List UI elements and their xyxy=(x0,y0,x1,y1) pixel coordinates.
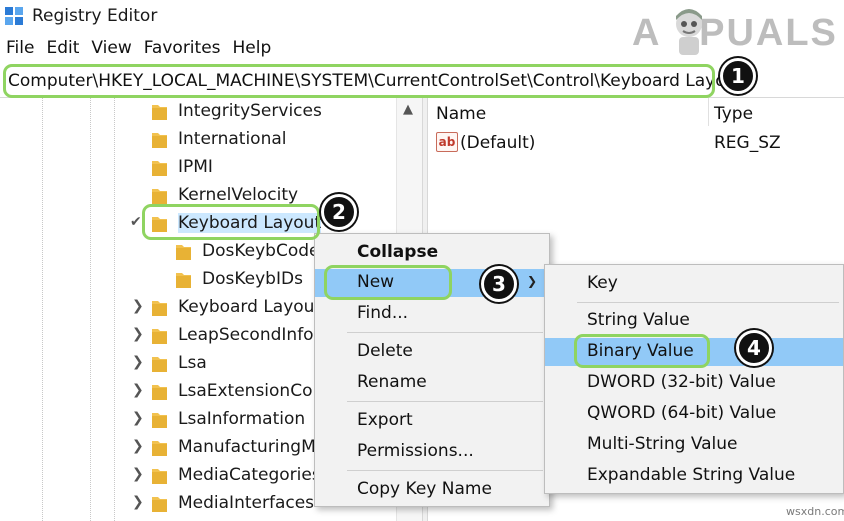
keyboard-layout-highlight xyxy=(142,204,320,240)
menu-separator xyxy=(347,470,543,471)
submenu-item-key[interactable]: Key xyxy=(545,270,843,298)
menu-separator xyxy=(347,332,543,333)
submenu-item-multi-string-value[interactable]: Multi-String Value xyxy=(545,431,843,459)
folder-icon xyxy=(176,245,191,260)
menu-item-rename[interactable]: Rename xyxy=(315,369,549,397)
submenu-item-dword-value[interactable]: DWORD (32-bit) Value xyxy=(545,369,843,397)
menu-item-collapse[interactable]: Collapse xyxy=(315,239,549,267)
step-badge-4: 4 xyxy=(736,330,772,366)
new-submenu: Key String Value Binary Value DWORD (32-… xyxy=(544,264,844,494)
tree-item-label: MediaCategories xyxy=(178,465,314,485)
chevron-right-icon[interactable]: ❯ xyxy=(132,298,144,314)
submenu-item-expandable-string-value[interactable]: Expandable String Value xyxy=(545,462,843,490)
value-type: REG_SZ xyxy=(714,133,781,153)
binary-value-highlight xyxy=(574,334,710,368)
tree-item-label: IPMI xyxy=(178,157,213,177)
folder-icon xyxy=(176,273,191,288)
value-name[interactable]: (Default) xyxy=(460,133,535,153)
menu-view[interactable]: View xyxy=(91,38,131,62)
folder-icon xyxy=(152,413,167,428)
tree-item-label: DosKeybIDs xyxy=(202,269,303,289)
tree-item-label: ManufacturingMode xyxy=(178,437,314,457)
chevron-right-icon[interactable]: ❯ xyxy=(132,326,144,342)
folder-icon xyxy=(152,301,167,316)
chevron-right-icon[interactable]: ❯ xyxy=(132,466,144,482)
registry-editor-icon xyxy=(5,7,23,25)
folder-icon xyxy=(152,133,167,148)
string-value-icon: ab xyxy=(436,132,458,152)
tree-item-label: LsaInformation xyxy=(178,409,306,429)
folder-icon xyxy=(152,105,167,120)
menu-item-find[interactable]: Find... xyxy=(315,300,549,328)
menu-edit[interactable]: Edit xyxy=(46,38,79,62)
address-highlight xyxy=(3,64,715,98)
appuals-mascot-logo xyxy=(676,9,702,55)
new-item-highlight xyxy=(324,265,452,300)
chevron-right-icon[interactable]: ❯ xyxy=(132,438,144,454)
chevron-right-icon[interactable]: ❯ xyxy=(132,494,144,510)
submenu-item-qword-value[interactable]: QWORD (64-bit) Value xyxy=(545,400,843,428)
menu-separator xyxy=(347,401,543,402)
window-title: Registry Editor xyxy=(32,6,158,26)
tree-item[interactable]: International xyxy=(0,126,400,154)
tree-item-label: LsaExtensionConfig xyxy=(178,381,314,401)
chevron-right-icon[interactable]: ❯ xyxy=(132,382,144,398)
column-separator[interactable] xyxy=(708,98,709,126)
submenu-item-string-value[interactable]: String Value xyxy=(545,307,843,335)
tree-item-label: Keyboard Layouts xyxy=(178,297,314,317)
chevron-right-icon[interactable]: ❯ xyxy=(132,354,144,370)
site-watermark: wsxdn.com xyxy=(786,505,844,518)
submenu-arrow-icon: ❯ xyxy=(526,274,537,288)
folder-icon xyxy=(152,357,167,372)
tree-item-label: Lsa xyxy=(178,353,207,373)
menu-bar: File Edit View Favorites Help xyxy=(0,38,277,62)
step-badge-1: 1 xyxy=(720,58,756,94)
column-header-name[interactable]: Name xyxy=(436,104,486,124)
step-badge-3: 3 xyxy=(481,266,517,302)
menu-favorites[interactable]: Favorites xyxy=(144,38,221,62)
column-header-type[interactable]: Type xyxy=(714,104,753,124)
tree-item-label: MediaInterfaces xyxy=(178,493,315,513)
tree-item-label: KernelVelocity xyxy=(178,185,299,205)
menu-item-permissions[interactable]: Permissions... xyxy=(315,438,549,466)
folder-icon xyxy=(152,441,167,456)
tree-item[interactable]: IntegrityServices xyxy=(0,98,400,126)
step-badge-2: 2 xyxy=(321,194,357,230)
chevron-down-icon[interactable]: ✔︎ xyxy=(130,214,142,230)
folder-icon xyxy=(152,385,167,400)
menu-file[interactable]: File xyxy=(6,38,34,62)
menu-item-delete[interactable]: Delete xyxy=(315,338,549,366)
appuals-watermark: A PUALS xyxy=(632,12,838,54)
menu-help[interactable]: Help xyxy=(233,38,272,62)
tree-item-label: International xyxy=(178,129,287,149)
tree-item-label: LeapSecondInformation xyxy=(178,325,314,345)
folder-icon xyxy=(152,329,167,344)
tree-item-label: DosKeybCodes xyxy=(202,241,314,261)
menu-item-export[interactable]: Export xyxy=(315,407,549,435)
tree-item[interactable]: IPMI xyxy=(0,154,400,182)
folder-icon xyxy=(152,189,167,204)
folder-icon xyxy=(152,497,167,512)
scroll-up-arrow-icon[interactable]: ▲ xyxy=(403,102,413,117)
folder-icon xyxy=(152,469,167,484)
tree-item-label: IntegrityServices xyxy=(178,101,322,121)
menu-separator xyxy=(577,302,839,303)
menu-item-copy-key-name[interactable]: Copy Key Name xyxy=(315,476,549,504)
folder-icon xyxy=(152,161,167,176)
chevron-right-icon[interactable]: ❯ xyxy=(132,410,144,426)
